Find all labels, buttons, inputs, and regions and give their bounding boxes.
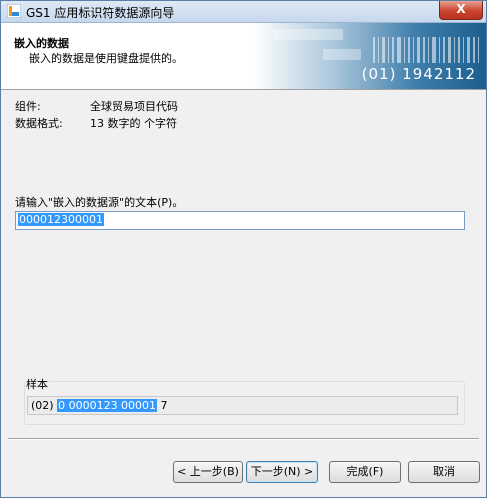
barcode-banner-image: (01) 1942112 <box>253 23 486 89</box>
page-subtitle: 嵌入的数据是使用键盘提供的。 <box>29 52 183 65</box>
title-bar[interactable]: GS1 应用标识符数据源向导 X <box>1 1 486 23</box>
sample-suffix: 7 <box>157 399 168 412</box>
window-title: GS1 应用标识符数据源向导 <box>26 6 175 20</box>
sample-preview-field[interactable]: (02) 0 0000123 00001 7 <box>27 396 458 415</box>
component-value: 全球贸易项目代码 <box>90 100 178 113</box>
sample-prefix: (02) <box>31 399 58 412</box>
input-selected-text: 000012300001 <box>18 213 104 226</box>
back-button[interactable]: < 上一步(B) <box>173 461 243 483</box>
next-button[interactable]: 下一步(N) > <box>246 461 318 483</box>
banner-barcode-number: (01) 1942112 <box>361 65 476 83</box>
data-format-label: 数据格式: <box>15 117 63 130</box>
embedded-data-input[interactable]: 000012300001 <box>15 211 465 230</box>
footer-divider <box>8 438 479 440</box>
finish-button[interactable]: 完成(F) <box>329 461 401 483</box>
text-input-label: 请输入"嵌入的数据源"的文本(P)。 <box>15 196 184 209</box>
wizard-window: GS1 应用标识符数据源向导 X 嵌入的数据 嵌入的数据是使用键盘提供的。 (0… <box>0 0 487 498</box>
page-title: 嵌入的数据 <box>14 37 69 50</box>
data-format-value: 13 数字的 个字符 <box>90 117 177 130</box>
close-button[interactable]: X <box>439 1 483 20</box>
wizard-header: 嵌入的数据 嵌入的数据是使用键盘提供的。 (01) 1942112 <box>1 23 486 90</box>
sample-group: 样本 (02) 0 0000123 00001 7 <box>24 376 465 425</box>
sample-selected-text: 0 0000123 00001 <box>57 399 158 412</box>
sample-group-label: 样本 <box>25 376 49 392</box>
component-label: 组件: <box>15 100 41 113</box>
cancel-button[interactable]: 取消 <box>408 461 480 483</box>
app-icon <box>7 4 21 18</box>
